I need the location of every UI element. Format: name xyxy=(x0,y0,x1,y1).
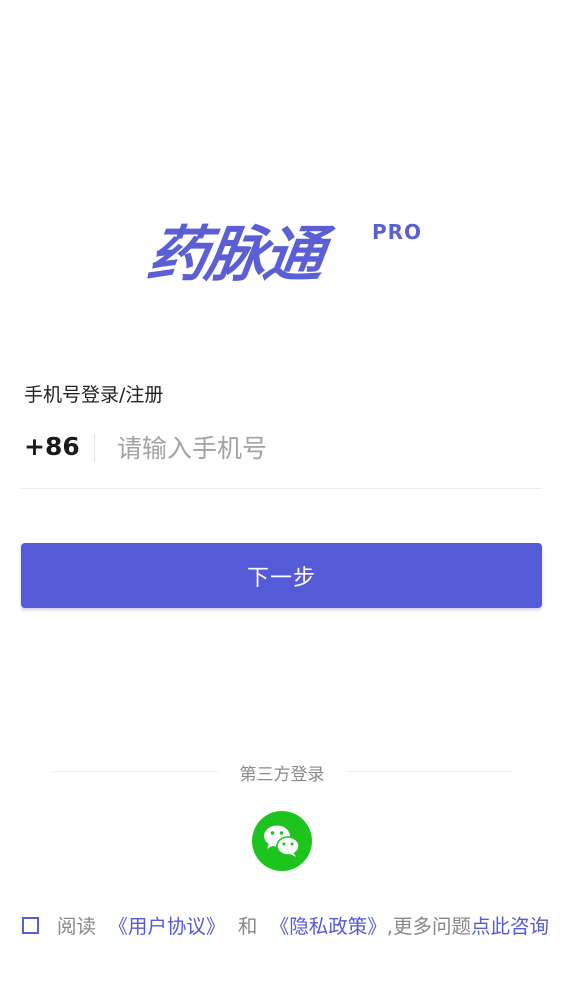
agreement-text: 阅读 《用户协议》 和 《隐私政策》,更多问题点此咨询 xyxy=(57,912,549,942)
divider-line-right xyxy=(346,771,512,772)
app-logo: 药脉通 PRO xyxy=(143,218,421,292)
login-title: 手机号登录/注册 xyxy=(24,384,164,406)
wechat-icon xyxy=(264,825,300,857)
consult-link[interactable]: 点此咨询 xyxy=(471,915,549,938)
user-agreement-link[interactable]: 《用户协议》 xyxy=(108,915,225,938)
agreement-checkbox[interactable] xyxy=(22,917,39,934)
logo-name: 药脉通 xyxy=(143,220,327,290)
phone-field-row: +86 xyxy=(21,424,542,489)
country-code[interactable]: +86 xyxy=(24,432,80,461)
next-step-button[interactable]: 下一步 xyxy=(21,543,542,608)
logo-pro-badge: PRO xyxy=(372,220,423,244)
agreement-and: 和 xyxy=(237,915,258,938)
agreement-row: 阅读 《用户协议》 和 《隐私政策》,更多问题点此咨询 xyxy=(22,912,562,942)
wechat-login-button[interactable] xyxy=(252,811,312,871)
third-party-login-label: 第三方登录 xyxy=(239,765,325,785)
agreement-read: 阅读 xyxy=(57,915,97,938)
agreement-more: ,更多问题 xyxy=(386,915,471,938)
third-party-login-divider: 第三方登录 xyxy=(52,760,512,785)
privacy-policy-link[interactable]: 《隐私政策》 xyxy=(270,915,387,938)
phone-input[interactable] xyxy=(117,426,517,470)
phone-divider xyxy=(94,434,95,462)
